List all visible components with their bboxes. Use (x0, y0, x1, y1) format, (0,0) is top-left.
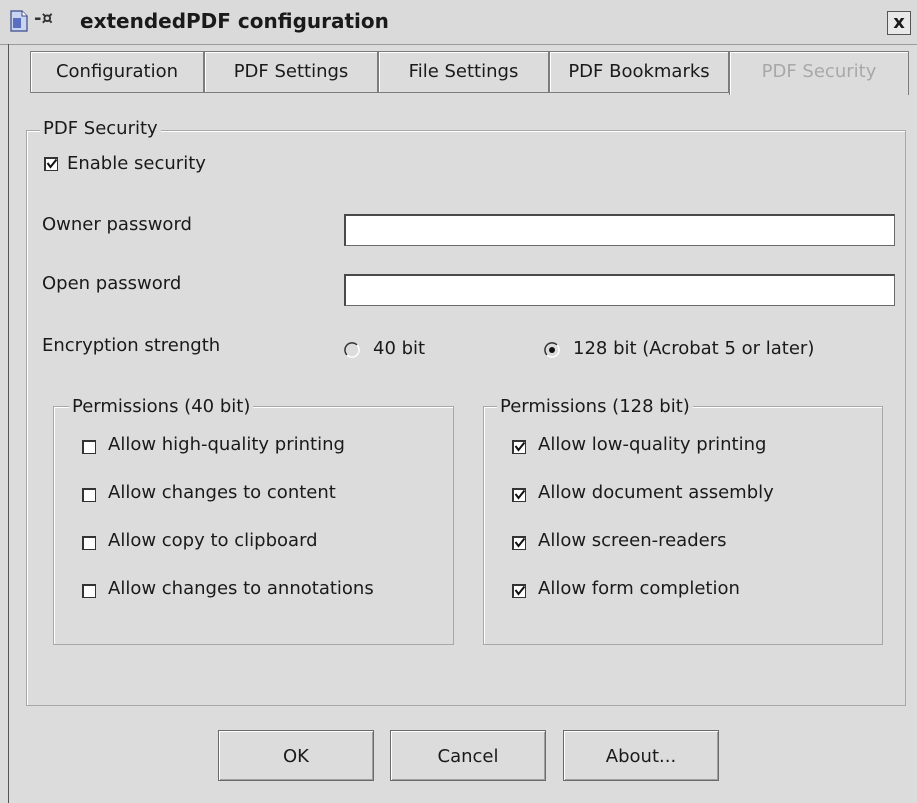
tab-configuration[interactable]: Configuration (30, 51, 204, 93)
encryption-strength-label: Encryption strength (42, 335, 221, 356)
tab-label: PDF Settings (233, 61, 349, 82)
open-password-label: Open password (42, 273, 182, 294)
tab-file-settings[interactable]: File Settings (378, 51, 549, 93)
tab-label: PDF Bookmarks (568, 61, 710, 82)
checkmark-icon (514, 537, 526, 548)
perm40-label[interactable]: Allow copy to clipboard (108, 530, 318, 551)
perm128-label[interactable]: Allow form completion (538, 578, 740, 599)
perm40-checkbox-copy-to-clipboard[interactable] (82, 536, 96, 550)
pdf-security-group-title: PDF Security (40, 118, 161, 139)
perm40-label[interactable]: Allow high-quality printing (108, 434, 345, 455)
radio-40-bit-label[interactable]: 40 bit (373, 338, 425, 359)
perm40-checkbox-high-quality-printing[interactable] (82, 440, 96, 454)
perm40-checkbox-changes-to-content[interactable] (82, 488, 96, 502)
tab-label: File Settings (408, 61, 519, 82)
enable-security-checkbox[interactable] (44, 157, 58, 171)
checkmark-icon (514, 585, 526, 596)
perm128-label[interactable]: Allow low-quality printing (538, 434, 766, 455)
perm128-checkbox-form-completion[interactable] (512, 584, 526, 598)
pin-icon[interactable]: -¤ (34, 8, 53, 29)
tab-pdf-bookmarks[interactable]: PDF Bookmarks (549, 51, 729, 93)
perm40-checkbox-changes-to-annotations[interactable] (82, 584, 96, 598)
about-button[interactable]: About... (563, 730, 719, 781)
perm128-label[interactable]: Allow document assembly (538, 482, 774, 503)
tab-pdf-settings[interactable]: PDF Settings (204, 51, 378, 93)
permissions-128-title: Permissions (128 bit) (497, 396, 693, 417)
owner-password-label: Owner password (42, 214, 192, 235)
window-border (8, 44, 9, 803)
radio-40-bit[interactable] (344, 342, 360, 358)
permissions-40-title: Permissions (40 bit) (69, 396, 254, 417)
cancel-button[interactable]: Cancel (390, 730, 546, 781)
perm128-checkbox-document-assembly[interactable] (512, 488, 526, 502)
title-bar: -¤ extendedPDF configuration x (0, 0, 917, 45)
window-title: extendedPDF configuration (80, 9, 389, 33)
checkmark-icon (514, 441, 526, 452)
ok-button[interactable]: OK (218, 730, 374, 781)
perm128-label[interactable]: Allow screen-readers (538, 530, 727, 551)
perm40-label[interactable]: Allow changes to annotations (108, 578, 374, 599)
perm128-checkbox-low-quality-printing[interactable] (512, 440, 526, 454)
enable-security-label[interactable]: Enable security (67, 153, 206, 174)
checkmark-icon (514, 489, 526, 500)
tab-pdf-security[interactable]: PDF Security (729, 51, 909, 95)
radio-dot-icon (549, 347, 555, 353)
document-icon (10, 10, 28, 32)
close-icon[interactable]: x (887, 11, 911, 35)
owner-password-field[interactable] (344, 214, 895, 246)
radio-128-bit[interactable] (544, 342, 560, 358)
tab-label: PDF Security (761, 61, 877, 82)
tab-label: Configuration (55, 61, 179, 82)
perm40-label[interactable]: Allow changes to content (108, 482, 336, 503)
checkmark-icon (46, 158, 58, 169)
perm128-checkbox-screen-readers[interactable] (512, 536, 526, 550)
open-password-field[interactable] (344, 274, 895, 306)
radio-128-bit-label[interactable]: 128 bit (Acrobat 5 or later) (573, 338, 814, 359)
